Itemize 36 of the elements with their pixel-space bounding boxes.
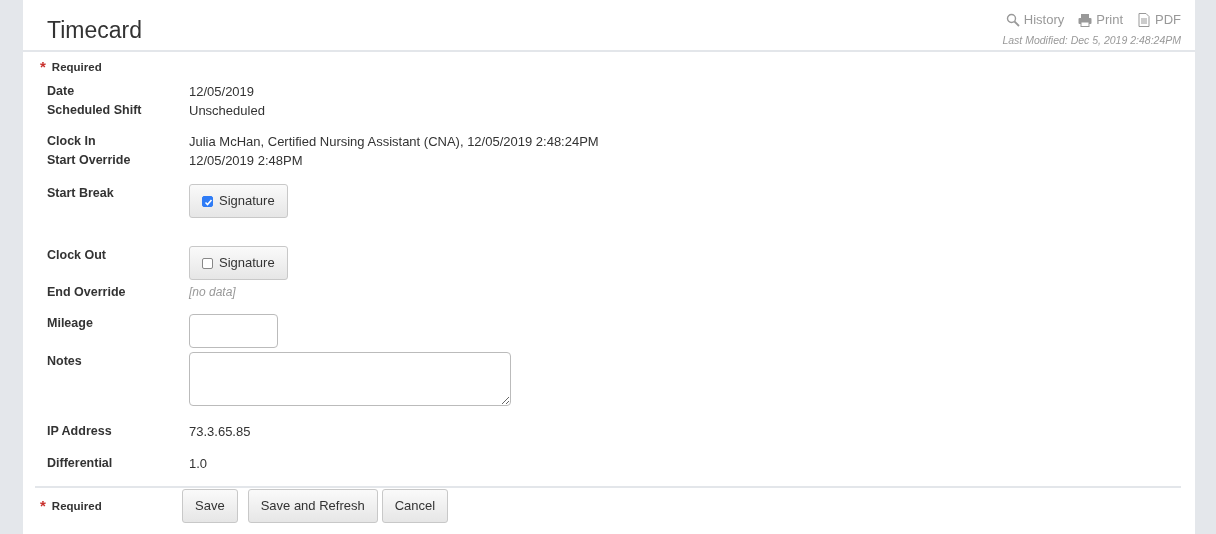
field-label: Clock Out — [47, 247, 108, 264]
last-modified-text: Last Modified: Dec 5, 2019 2:48:24PM — [1002, 32, 1181, 48]
field-value: 1.0 — [189, 455, 208, 473]
field-value: 12/05/2019 2:48PM — [189, 152, 303, 170]
field-label: Differential — [47, 455, 114, 472]
form-button[interactable]: Cancel — [381, 489, 449, 523]
field-label: Mileage — [47, 315, 94, 332]
required-label: Required — [51, 499, 102, 514]
field-value: Julia McHan, Certified Nursing Assistant (CNA), 12/05/2019 2:48:24PM — [189, 133, 599, 151]
field-value: 73.3.65.85 — [189, 423, 251, 441]
mileage-input[interactable] — [189, 314, 278, 348]
form-button[interactable]: Save and Refresh — [247, 489, 378, 523]
signature-button[interactable]: Signature — [189, 246, 288, 280]
field-label: Start Break — [47, 185, 115, 202]
search-icon — [1005, 12, 1020, 27]
document-icon — [1137, 12, 1151, 27]
field-label: Date — [47, 83, 76, 100]
signature-button[interactable]: Signature — [189, 184, 288, 218]
field-value: [no data] — [189, 284, 236, 301]
field-label: Scheduled Shift — [47, 102, 143, 119]
checkbox[interactable] — [202, 257, 213, 269]
field-label: Notes — [47, 353, 83, 370]
required-marker: * — [40, 58, 46, 76]
notes-textarea[interactable] — [189, 352, 511, 406]
printer-icon — [1078, 12, 1093, 27]
field-label: Clock In — [47, 133, 97, 150]
field-value: 12/05/2019 — [189, 83, 255, 101]
checkbox[interactable] — [202, 195, 213, 207]
form-button[interactable]: Save — [182, 489, 238, 523]
page-title: Timecard — [47, 16, 142, 45]
required-marker: * — [40, 497, 46, 515]
field-value: Unscheduled — [189, 102, 265, 120]
field-label: IP Address — [47, 423, 113, 440]
field-label: End Override — [47, 284, 127, 301]
field-label: Start Override — [47, 152, 132, 169]
required-label: Required — [51, 60, 102, 75]
